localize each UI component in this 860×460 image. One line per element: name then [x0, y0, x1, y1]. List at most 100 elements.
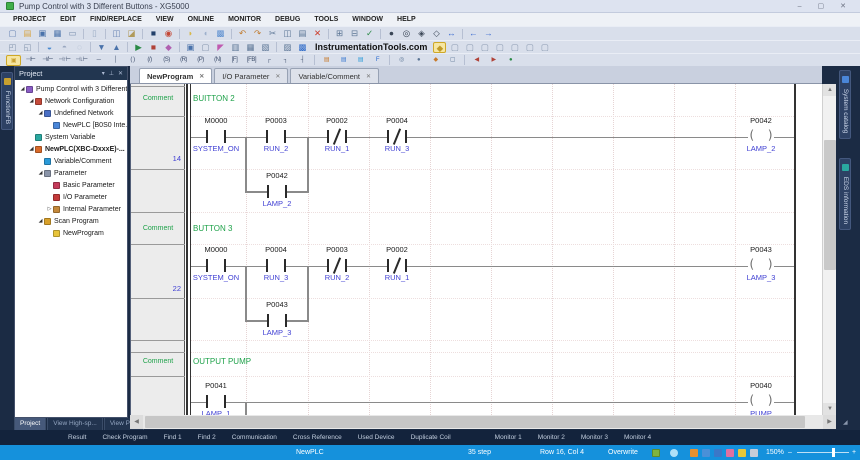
rung-comment[interactable]: BUTTON 3	[193, 224, 232, 233]
cross-reference-view-icon[interactable]: ▢	[448, 42, 461, 53]
menu-item-monitor[interactable]: MONITOR	[221, 16, 268, 23]
bottom-tab-find-2[interactable]: Find 2	[190, 434, 224, 441]
tree-item-newplc-b0s0-inte[interactable]: NewPLC [B0S0 Inte...	[15, 119, 127, 131]
zoom-out-icon[interactable]: –	[788, 445, 792, 460]
nc-contact-icon[interactable]: ⊣/⊢	[40, 55, 55, 66]
paste-icon[interactable]: ▤	[296, 28, 309, 39]
data-trace-icon[interactable]: ▩	[296, 42, 309, 53]
zoom-in-icon[interactable]: ◎	[394, 55, 409, 66]
menu-item-project[interactable]: PROJECT	[6, 16, 53, 23]
nc-contact-symbol[interactable]	[387, 130, 407, 143]
back-icon[interactable]: ←	[467, 28, 480, 39]
prev-window-icon[interactable]: ◀	[469, 55, 484, 66]
zoom-in-icon[interactable]: +	[852, 445, 856, 460]
no-contact-symbol[interactable]	[206, 259, 226, 272]
goto-step-icon[interactable]: ↔	[445, 28, 458, 39]
bottom-tab-duplicate-coil[interactable]: Duplicate Coil	[403, 434, 459, 441]
pin-icon[interactable]: ⊥	[109, 70, 114, 77]
paste-special-icon[interactable]: ▯	[88, 28, 101, 39]
bottom-tab-result[interactable]: Result	[60, 434, 94, 441]
menu-item-tools[interactable]: TOOLS	[307, 16, 345, 23]
delete-icon[interactable]: ✕	[311, 28, 324, 39]
connect-icon[interactable]: ◒	[43, 42, 56, 53]
scrollbar-thumb[interactable]	[824, 140, 836, 270]
scroll-down-icon[interactable]: ▼	[823, 403, 837, 415]
copy-icon[interactable]: ◫	[281, 28, 294, 39]
tree-item-pump-control-with-3-different[interactable]: ◢Pump Control with 3 Different ...	[15, 83, 127, 95]
menu-item-view[interactable]: VIEW	[149, 16, 181, 23]
bookmark-icon[interactable]: ◆	[428, 55, 443, 66]
tree-item-internal-parameter[interactable]: ▷Internal Parameter	[15, 203, 127, 215]
zoom-out-icon[interactable]: ●	[411, 55, 426, 66]
minimize-icon[interactable]: –	[798, 0, 802, 13]
find-all-icon[interactable]: ◇	[430, 28, 443, 39]
memory-view-icon[interactable]: ▢	[508, 42, 521, 53]
image-view-icon[interactable]: ▩	[214, 28, 227, 39]
bottom-tab-communication[interactable]: Communication	[224, 434, 285, 441]
tab-close-icon[interactable]: ✕	[366, 73, 371, 80]
tree-item-i-o-parameter[interactable]: I/O Parameter	[15, 191, 127, 203]
new-project-icon[interactable]: ▢	[6, 28, 19, 39]
falling-coil-tool-icon[interactable]: (N)	[210, 55, 225, 66]
duplicate-coil-view-icon[interactable]: ▢	[478, 42, 491, 53]
eds-view-icon[interactable]: ▢	[538, 42, 551, 53]
vline-icon[interactable]: │	[108, 55, 123, 66]
trend-monitor-icon[interactable]: ▧	[259, 42, 272, 53]
no-contact-symbol[interactable]	[206, 130, 226, 143]
coil-symbol[interactable]: ()	[748, 258, 774, 272]
bottom-tab-monitor-1[interactable]: Monitor 1	[487, 434, 530, 441]
bottom-tab-monitor-3[interactable]: Monitor 3	[573, 434, 616, 441]
menu-item-help[interactable]: HELP	[390, 16, 423, 23]
function-block-tool-icon[interactable]: [FB]	[244, 55, 259, 66]
scrollbar-thumb[interactable]	[145, 416, 805, 428]
reset-coil-tool-icon[interactable]: (R)	[176, 55, 191, 66]
disconnect-icon[interactable]: ◌	[73, 42, 86, 53]
insert-cell-icon[interactable]: ⊞	[333, 28, 346, 39]
delete-branch-icon[interactable]: ┤	[295, 55, 310, 66]
tree-item-network-configuration[interactable]: ◢Network Configuration	[15, 95, 127, 107]
rung-comment[interactable]: BUITTON 2	[193, 94, 235, 103]
device-monitor-icon[interactable]: ▥	[229, 42, 242, 53]
var-window-icon[interactable]: ▤	[319, 55, 334, 66]
branch-open-icon[interactable]: ┌	[261, 55, 276, 66]
no-contact-symbol[interactable]	[266, 130, 286, 143]
close-icon[interactable]: ✕	[840, 0, 846, 13]
zoom-slider[interactable]	[797, 445, 849, 460]
tree-expander-icon[interactable]: ◢	[28, 98, 35, 104]
editor-horizontal-scrollbar[interactable]: ◀ ▶	[130, 415, 836, 429]
tree-item-newplc-xbc-dxxxe[interactable]: ◢NewPLC(XBC-DxxxE)-...	[15, 143, 127, 155]
hline-icon[interactable]: ─	[91, 55, 106, 66]
no-contact-symbol[interactable]	[206, 395, 226, 408]
tree-item-system-variable[interactable]: System Variable	[15, 131, 127, 143]
open-project-icon[interactable]: ▤	[21, 28, 34, 39]
nc-coil-tool-icon[interactable]: (/)	[142, 55, 157, 66]
bottom-tab-cross-reference[interactable]: Cross Reference	[285, 434, 350, 441]
window-message-icon[interactable]: ◱	[21, 42, 34, 53]
check-program-view-icon[interactable]: ▢	[463, 42, 476, 53]
mode-run-icon[interactable]: ▶	[132, 42, 145, 53]
no-contact-symbol[interactable]	[267, 314, 287, 327]
tab-close-icon[interactable]: ✕	[275, 73, 280, 80]
function-tool-icon[interactable]: [F]	[227, 55, 242, 66]
tab-close-icon[interactable]: ✕	[199, 73, 204, 80]
no-contact-symbol[interactable]	[266, 259, 286, 272]
coil-symbol[interactable]: ()	[748, 129, 774, 143]
tree-item-scan-program[interactable]: ◢Scan Program	[15, 215, 127, 227]
branch-close-icon[interactable]: ┐	[278, 55, 293, 66]
status-indicator-6[interactable]	[750, 449, 758, 457]
special-module-icon[interactable]: ▨	[281, 42, 294, 53]
io-view-icon[interactable]: ▢	[523, 42, 536, 53]
tree-item-parameter[interactable]: ◢Parameter	[15, 167, 127, 179]
tree-expander-icon[interactable]: ▷	[46, 206, 53, 212]
editor-vertical-scrollbar[interactable]: ▲ ▼	[822, 84, 836, 415]
no-contact-icon[interactable]: ⊣⊢	[23, 55, 38, 66]
used-device-icon[interactable]: ◆	[433, 42, 446, 53]
scroll-up-icon[interactable]: ▲	[823, 84, 837, 96]
undo-icon[interactable]: ↶	[236, 28, 249, 39]
tab-newprogram[interactable]: NewProgram ✕	[139, 68, 212, 83]
tree-expander-icon[interactable]: ◢	[28, 146, 35, 152]
delete-cell-icon[interactable]: ⊟	[348, 28, 361, 39]
cut-icon[interactable]: ✂	[266, 28, 279, 39]
rung-comment[interactable]: OUTPUT PUMP	[193, 357, 251, 366]
lock-icon[interactable]	[652, 449, 660, 457]
